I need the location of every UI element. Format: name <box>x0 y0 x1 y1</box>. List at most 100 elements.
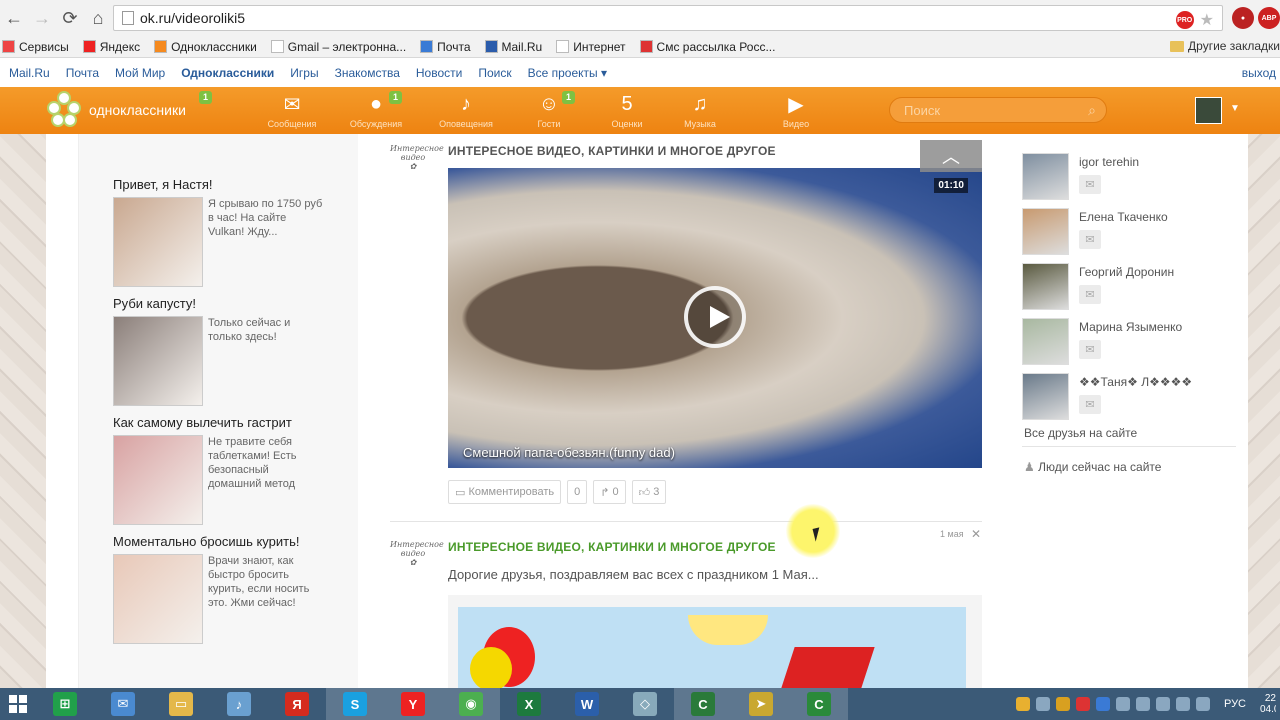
taskbar-app-excel[interactable]: X <box>500 688 558 720</box>
extension-icon[interactable]: ● <box>1232 7 1254 29</box>
portal-link[interactable]: Почта <box>66 66 99 80</box>
ad-text[interactable]: Только сейчас и только здесь! <box>208 316 323 406</box>
scroll-up-button[interactable]: ︿ <box>920 140 982 172</box>
tray-icon[interactable] <box>1115 697 1130 711</box>
friend-name[interactable]: Марина Языменко <box>1079 320 1182 334</box>
message-icon[interactable]: ✉ <box>1079 395 1101 414</box>
ad-title[interactable]: Как самому вылечить гастрит <box>113 415 323 430</box>
taskbar-app-chrome[interactable]: ◉ <box>442 688 500 720</box>
message-icon[interactable]: ✉ <box>1079 340 1101 359</box>
taskbar-app-yandex[interactable]: Я <box>268 688 326 720</box>
comment-button[interactable]: ▭ Комментировать <box>448 480 562 504</box>
address-bar[interactable]: ok.ru/videoroliki5 PRO ★ <box>113 5 1223 31</box>
friend-name[interactable]: Елена Ткаченко <box>1079 210 1168 224</box>
ad-block[interactable]: Привет, я Настя! Я срываю по 1750 руб в ч… <box>113 177 323 287</box>
search-icon[interactable]: ⌕ <box>1088 102 1096 119</box>
ad-title[interactable]: Моментально бросишь курить! <box>113 534 323 549</box>
tray-icon[interactable] <box>1015 697 1030 711</box>
portal-link[interactable]: Mail.Ru <box>9 66 50 80</box>
bookmark-item[interactable]: Gmail – электронна... <box>270 40 406 54</box>
back-arrow-icon[interactable]: ← <box>0 4 28 32</box>
bookmark-star-icon[interactable]: ★ <box>1200 10 1214 30</box>
reload-icon[interactable]: ⟳ <box>56 4 84 32</box>
friend-avatar[interactable] <box>1022 153 1069 200</box>
taskbar-app-yandex-browser[interactable]: Y <box>384 688 442 720</box>
ad-block[interactable]: Руби капусту! Только сейчас и только здес… <box>113 296 323 406</box>
ad-block[interactable]: Как самому вылечить гастрит Не травите се… <box>113 415 323 525</box>
bluetooth-icon[interactable] <box>1095 697 1110 711</box>
bookmark-item[interactable]: Одноклассники <box>154 40 257 54</box>
friend-avatar[interactable] <box>1022 318 1069 365</box>
all-friends-link[interactable]: Все друзья на сайте <box>1024 426 1137 440</box>
ad-image[interactable] <box>113 554 203 644</box>
toolbar-item[interactable]: ☺ Гости 1 <box>514 91 584 129</box>
search-input[interactable]: Поиск ⌕ <box>889 97 1107 123</box>
taskbar-app-excel-green[interactable]: ⊞ <box>36 688 94 720</box>
message-icon[interactable]: ✉ <box>1079 230 1101 249</box>
bookmark-item[interactable]: Сервисы <box>2 40 69 54</box>
group-logo[interactable]: Интересное видео ✿ <box>390 540 444 580</box>
portal-link[interactable]: Мой Мир <box>115 66 165 80</box>
warning-icon[interactable] <box>1075 697 1090 711</box>
bookmark-item[interactable]: Интернет <box>556 40 626 54</box>
group-name[interactable]: ИНТЕРЕСНОЕ ВИДЕО, КАРТИНКИ И МНОГОЕ ДРУГ… <box>448 540 776 554</box>
people-online-link[interactable]: ♟ Люди сейчас на сайте <box>1024 460 1161 474</box>
like-button[interactable]: 👍︎ 3 <box>631 480 667 504</box>
network-icon[interactable] <box>1155 697 1170 711</box>
tray-icon[interactable] <box>1195 697 1210 711</box>
start-button[interactable] <box>0 688 36 720</box>
bookmark-item[interactable]: Mail.Ru <box>484 40 542 54</box>
ad-title[interactable]: Руби капусту! <box>113 296 323 311</box>
forward-arrow-icon[interactable]: → <box>28 4 56 32</box>
ad-text[interactable]: Я срываю по 1750 руб в час! На сайте Vul… <box>208 197 323 287</box>
friend-item[interactable]: igor terehin ✉ <box>1022 153 1242 201</box>
bookmark-item[interactable]: Смс рассылка Росс... <box>639 40 775 54</box>
portal-link[interactable]: Одноклассники <box>181 66 274 80</box>
ad-text[interactable]: Врачи знают, как быстро бросить курить, … <box>208 554 323 644</box>
friend-name[interactable]: Георгий Доронин <box>1079 265 1174 279</box>
toolbar-item[interactable]: ● Обсуждения 1 <box>341 91 411 129</box>
other-bookmarks[interactable]: Другие закладки <box>1170 39 1280 53</box>
post-text[interactable]: Дорогие друзья, поздравляем вас всех с п… <box>448 567 819 582</box>
toolbar-item[interactable]: ▶ Видео <box>761 93 831 130</box>
taskbar-app-pointer[interactable]: ➤ <box>732 688 790 720</box>
portal-link[interactable]: Все проекты ▾ <box>528 66 607 80</box>
friend-avatar[interactable] <box>1022 208 1069 255</box>
taskbar-app-camtasia[interactable]: C <box>674 688 732 720</box>
taskbar-app-folder[interactable]: ▭ <box>152 688 210 720</box>
bookmark-item[interactable]: Почта <box>420 40 471 54</box>
toolbar-item[interactable]: ♪ Оповещения <box>431 93 501 130</box>
taskbar-app-app[interactable]: ◇ <box>616 688 674 720</box>
user-avatar[interactable] <box>1195 97 1222 124</box>
ok-logo[interactable]: одноклассники <box>47 89 186 131</box>
toolbar-item[interactable]: 5 Оценки <box>592 93 662 130</box>
home-icon[interactable]: ⌂ <box>84 4 112 32</box>
friend-avatar[interactable] <box>1022 373 1069 420</box>
ad-block[interactable]: Моментально бросишь курить! Врачи знают, … <box>113 534 323 644</box>
clock[interactable]: 2204.05 <box>1260 693 1276 715</box>
ad-image[interactable] <box>113 435 203 525</box>
close-icon[interactable]: ✕ <box>971 527 981 541</box>
friend-item[interactable]: Георгий Доронин ✉ <box>1022 263 1242 311</box>
portal-link[interactable]: Знакомства <box>335 66 400 80</box>
taskbar-app-skype[interactable]: S <box>326 688 384 720</box>
play-icon[interactable] <box>684 286 746 348</box>
portal-link[interactable]: Поиск <box>478 66 511 80</box>
ad-image[interactable] <box>113 197 203 287</box>
taskbar-app-speaker[interactable]: ♪ <box>210 688 268 720</box>
friend-item[interactable]: ❖❖Таня❖ Л❖❖❖❖ ✉ <box>1022 373 1242 421</box>
taskbar-app-mail[interactable]: ✉ <box>94 688 152 720</box>
toolbar-item[interactable]: ♫ Музыка <box>665 93 735 130</box>
ad-image[interactable] <box>113 316 203 406</box>
friend-name[interactable]: ❖❖Таня❖ Л❖❖❖❖ <box>1079 375 1192 389</box>
message-icon[interactable]: ✉ <box>1079 285 1101 304</box>
toolbar-item[interactable]: ✉ Сообщения <box>257 93 327 130</box>
message-icon[interactable]: ✉ <box>1079 175 1101 194</box>
group-name[interactable]: ИНТЕРЕСНОЕ ВИДЕО, КАРТИНКИ И МНОГОЕ ДРУГ… <box>448 144 776 158</box>
tray-icon[interactable] <box>1055 697 1070 711</box>
tray-icon[interactable] <box>1035 697 1050 711</box>
tray-icon[interactable] <box>1135 697 1150 711</box>
post-image[interactable] <box>448 595 982 691</box>
video-title[interactable]: Смешной папа-обезьян.(funny dad) <box>463 445 675 460</box>
taskbar-app-word[interactable]: W <box>558 688 616 720</box>
